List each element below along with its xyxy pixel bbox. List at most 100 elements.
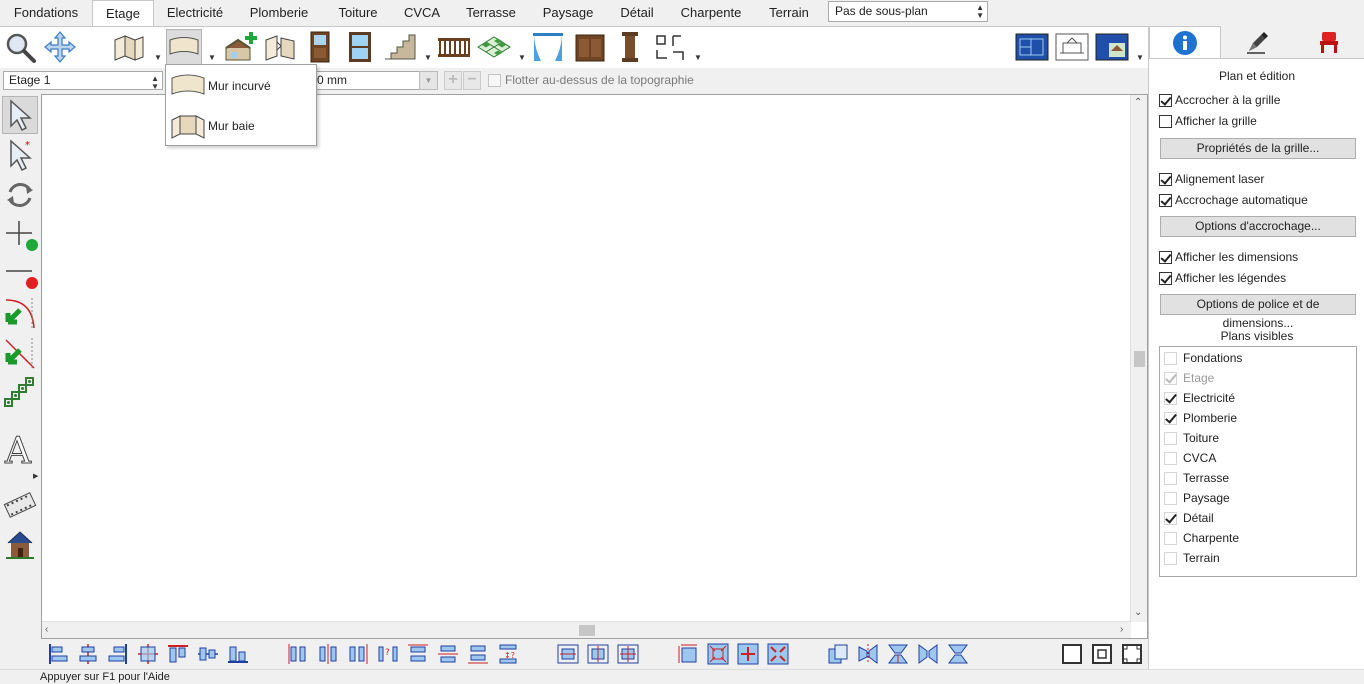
chevron-down-icon[interactable]: ▼ bbox=[518, 53, 526, 62]
space-v-icon[interactable]: ↕? bbox=[497, 643, 519, 665]
select-arrow-icon[interactable] bbox=[2, 96, 38, 134]
distribute-h-right-icon[interactable] bbox=[347, 643, 369, 665]
tab-terrasse[interactable]: Terrasse bbox=[452, 0, 530, 26]
plan-checkbox[interactable] bbox=[1164, 432, 1177, 445]
chevron-down-icon[interactable]: ▼ bbox=[694, 53, 702, 62]
list-item-electricite[interactable]: Electricité bbox=[1160, 388, 1356, 408]
list-item-charpente[interactable]: Charpente bbox=[1160, 528, 1356, 548]
tab-fondations[interactable]: Fondations bbox=[0, 0, 92, 26]
menu-item-bay-wall[interactable]: Mur baie bbox=[168, 107, 314, 145]
grid-properties-button[interactable]: Propriétés de la grille... bbox=[1160, 138, 1356, 159]
drawing-canvas[interactable]: ⌃ ⌄ ‹ › bbox=[41, 94, 1148, 639]
align-left-icon[interactable] bbox=[47, 643, 69, 665]
distribute-h-center-icon[interactable] bbox=[317, 643, 339, 665]
frame-single-icon[interactable] bbox=[1061, 643, 1083, 665]
list-item-cvca[interactable]: CVCA bbox=[1160, 448, 1356, 468]
distribute-v-bottom-icon[interactable] bbox=[467, 643, 489, 665]
plus-icon[interactable]: + bbox=[444, 71, 462, 90]
show-labels-checkbox[interactable] bbox=[1159, 272, 1172, 285]
menu-item-curved-wall[interactable]: Mur incurvé bbox=[168, 67, 314, 105]
chevron-up-icon[interactable]: ⌃ bbox=[1134, 97, 1142, 108]
distribute-h-left-icon[interactable] bbox=[287, 643, 309, 665]
align-bottom-icon[interactable] bbox=[227, 643, 249, 665]
tab-charpente[interactable]: Charpente bbox=[670, 0, 752, 26]
column-icon[interactable] bbox=[612, 29, 648, 65]
mirror-h-icon[interactable] bbox=[857, 643, 879, 665]
show-grid-checkbox[interactable] bbox=[1159, 115, 1172, 128]
section-view-icon[interactable] bbox=[1054, 29, 1090, 65]
height-offset-input[interactable]: 0 mm bbox=[310, 71, 420, 90]
floor-select[interactable]: Etage 1 ▲ ▼ bbox=[3, 71, 163, 91]
align-middle-icon[interactable] bbox=[197, 643, 219, 665]
copy-object-icon[interactable] bbox=[827, 643, 849, 665]
frame-nested-icon[interactable] bbox=[1091, 643, 1113, 665]
wall-break-icon[interactable] bbox=[262, 29, 298, 65]
center-in-room-h-icon[interactable] bbox=[557, 643, 579, 665]
straight-wall-icon[interactable] bbox=[110, 29, 146, 65]
chevron-down-icon[interactable]: ▼ bbox=[419, 71, 438, 90]
plan-checkbox[interactable] bbox=[1164, 512, 1177, 525]
tab-terrain[interactable]: Terrain bbox=[754, 0, 824, 26]
plan-view-icon[interactable] bbox=[1014, 29, 1050, 65]
frame-corners-icon[interactable] bbox=[1121, 643, 1143, 665]
center-in-room-v-icon[interactable] bbox=[587, 643, 609, 665]
plan-checkbox[interactable] bbox=[1164, 552, 1177, 565]
chevron-down-icon[interactable]: ▼ bbox=[424, 53, 432, 62]
tab-paysage[interactable]: Paysage bbox=[532, 0, 604, 26]
pan-icon[interactable] bbox=[42, 29, 78, 65]
curved-wall-icon[interactable] bbox=[166, 29, 202, 65]
distribute-v-top-icon[interactable] bbox=[407, 643, 429, 665]
chevron-right-icon[interactable]: ▶ bbox=[33, 472, 38, 480]
tab-cvca[interactable]: CVCA bbox=[394, 0, 450, 26]
font-dimension-options-button[interactable]: Options de police et de dimensions... bbox=[1160, 294, 1356, 330]
space-h-icon[interactable]: ? bbox=[377, 643, 399, 665]
laser-align-checkbox[interactable] bbox=[1159, 173, 1172, 186]
dimension-tools-icon[interactable] bbox=[652, 29, 688, 65]
float-topo-checkbox[interactable] bbox=[488, 74, 501, 87]
add-point-icon[interactable] bbox=[2, 216, 38, 254]
align-center-both-icon[interactable] bbox=[137, 643, 159, 665]
plan-checkbox[interactable] bbox=[1164, 412, 1177, 425]
auto-snap-checkbox[interactable] bbox=[1159, 194, 1172, 207]
resize-fit-icon[interactable] bbox=[677, 643, 699, 665]
align-center-h-icon[interactable] bbox=[77, 643, 99, 665]
mirror-v-top-icon[interactable] bbox=[887, 643, 909, 665]
text-icon[interactable]: A bbox=[2, 430, 38, 468]
resize-contract-icon[interactable] bbox=[767, 643, 789, 665]
window-icon[interactable] bbox=[342, 29, 378, 65]
list-item-fondations[interactable]: Fondations bbox=[1160, 348, 1356, 368]
tab-toiture[interactable]: Toiture bbox=[324, 0, 392, 26]
horizontal-scroll-thumb[interactable] bbox=[579, 625, 595, 636]
chevron-down-icon[interactable]: ▼ bbox=[1136, 53, 1144, 62]
list-item-terrain[interactable]: Terrain bbox=[1160, 548, 1356, 568]
mirror-icon[interactable] bbox=[917, 643, 939, 665]
plan-checkbox[interactable] bbox=[1164, 392, 1177, 405]
center-in-room-both-icon[interactable] bbox=[617, 643, 639, 665]
rotate-icon[interactable] bbox=[2, 176, 38, 214]
list-item-terrasse[interactable]: Terrasse bbox=[1160, 468, 1356, 488]
minus-icon[interactable]: − bbox=[463, 71, 481, 90]
tab-etage[interactable]: Etage bbox=[92, 0, 154, 27]
stairs-icon[interactable] bbox=[382, 29, 418, 65]
list-item-toiture[interactable]: Toiture bbox=[1160, 428, 1356, 448]
list-item-detail[interactable]: Détail bbox=[1160, 508, 1356, 528]
distribute-v-center-icon[interactable] bbox=[437, 643, 459, 665]
delete-point-icon[interactable] bbox=[2, 254, 38, 292]
zoom-icon[interactable] bbox=[2, 29, 38, 65]
snap-grid-checkbox[interactable] bbox=[1159, 94, 1172, 107]
list-item-plomberie[interactable]: Plomberie bbox=[1160, 408, 1356, 428]
resize-shrink-icon[interactable] bbox=[707, 643, 729, 665]
align-top-icon[interactable] bbox=[167, 643, 189, 665]
list-item-paysage[interactable]: Paysage bbox=[1160, 488, 1356, 508]
chevron-left-icon[interactable]: ‹ bbox=[45, 624, 48, 635]
chevron-down-icon[interactable]: ⌄ bbox=[1134, 607, 1142, 618]
tab-library[interactable] bbox=[1293, 26, 1364, 58]
plan-checkbox[interactable] bbox=[1164, 352, 1177, 365]
house-icon[interactable] bbox=[2, 526, 38, 564]
subplan-select[interactable]: Pas de sous-plan ▲ ▼ bbox=[828, 1, 988, 22]
film-icon[interactable] bbox=[2, 486, 38, 524]
chain-icon[interactable] bbox=[2, 374, 38, 412]
tab-detail[interactable]: Détail bbox=[606, 0, 668, 26]
plan-checkbox[interactable] bbox=[1164, 452, 1177, 465]
show-dimensions-checkbox[interactable] bbox=[1159, 251, 1172, 264]
